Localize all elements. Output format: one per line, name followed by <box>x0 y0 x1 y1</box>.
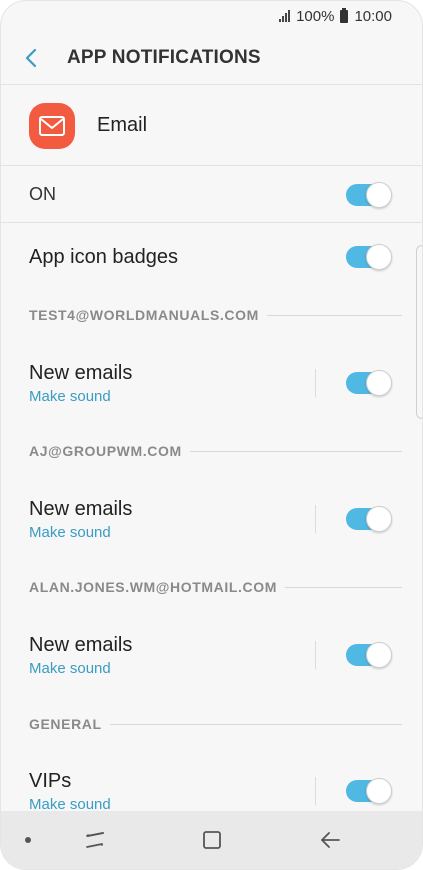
make-sound-subtitle: Make sound <box>29 795 111 813</box>
new-emails-title: New emails <box>29 497 133 520</box>
recent-apps-icon <box>86 832 104 848</box>
master-toggle-label: ON <box>29 184 56 204</box>
arrow-left-icon <box>321 832 340 848</box>
section-header-general: GENERAL <box>29 713 402 735</box>
battery-percent: 100% <box>296 7 335 25</box>
section-header-label: AJ@GROUPWM.COM <box>29 443 182 459</box>
phone-screen: 100% 10:00 APP NOTIFICATIONS Email ON Ap… <box>0 0 423 870</box>
account-1-new-emails-toggle[interactable] <box>346 370 392 396</box>
clock: 10:00 <box>354 7 392 25</box>
row-divider <box>315 641 316 669</box>
new-emails-text: New emails Make sound <box>29 634 132 677</box>
section-header-label: TEST4@WORLDMANUALS.COM <box>29 307 259 323</box>
navigation-bar <box>1 811 422 869</box>
master-toggle[interactable] <box>346 181 392 208</box>
app-header: Email <box>1 86 422 166</box>
account-2-new-emails-toggle[interactable] <box>346 506 392 532</box>
vips-title: VIPs <box>29 769 72 792</box>
home-icon <box>203 831 221 849</box>
app-icon-badges-toggle[interactable] <box>346 244 392 270</box>
make-sound-subtitle: Make sound <box>29 387 111 405</box>
back-button[interactable] <box>1 31 61 85</box>
app-bar: APP NOTIFICATIONS <box>1 31 422 85</box>
app-icon-badges-row[interactable]: App icon badges <box>1 225 422 289</box>
row-divider <box>315 777 316 805</box>
status-bar: 100% 10:00 <box>1 1 422 31</box>
account-3-new-emails-toggle[interactable] <box>346 642 392 668</box>
section-divider <box>266 314 402 316</box>
section-header-account-1: TEST4@WORLDMANUALS.COM <box>29 304 402 326</box>
chevron-left-icon <box>25 48 37 67</box>
vips-text: VIPs Make sound <box>29 770 111 813</box>
make-sound-subtitle: Make sound <box>29 659 111 677</box>
nav-dot-button[interactable] <box>8 820 48 860</box>
section-header-account-2: AJ@GROUPWM.COM <box>29 440 402 462</box>
new-emails-text: New emails Make sound <box>29 362 132 405</box>
new-emails-text: New emails Make sound <box>29 498 132 541</box>
battery-icon <box>340 7 349 23</box>
section-header-label: ALAN.JONES.WM@HOTMAIL.COM <box>29 579 277 595</box>
account-2-new-emails-row[interactable]: New emails Make sound <box>1 489 422 549</box>
section-divider <box>109 723 402 725</box>
row-divider <box>315 505 316 533</box>
new-emails-title: New emails <box>29 633 133 656</box>
section-divider <box>284 586 402 588</box>
envelope-icon <box>39 115 65 136</box>
row-divider <box>315 369 316 397</box>
email-app-icon <box>29 102 75 149</box>
recent-apps-button[interactable] <box>75 820 115 860</box>
signal-icon <box>279 10 291 22</box>
make-sound-subtitle: Make sound <box>29 523 111 541</box>
section-header-label: GENERAL <box>29 716 102 732</box>
app-name: Email <box>97 114 148 136</box>
account-3-new-emails-row[interactable]: New emails Make sound <box>1 625 422 685</box>
section-divider <box>189 450 402 452</box>
back-nav-button[interactable] <box>310 820 350 860</box>
vips-toggle[interactable] <box>346 778 392 804</box>
section-header-account-3: ALAN.JONES.WM@HOTMAIL.COM <box>29 576 402 598</box>
dot-icon <box>25 837 31 843</box>
account-1-new-emails-row[interactable]: New emails Make sound <box>1 353 422 413</box>
page-title: APP NOTIFICATIONS <box>67 46 261 68</box>
home-button[interactable] <box>192 820 232 860</box>
app-icon-badges-label: App icon badges <box>29 245 179 268</box>
new-emails-title: New emails <box>29 361 133 384</box>
master-toggle-row[interactable]: ON <box>1 167 422 223</box>
scrollbar[interactable] <box>416 245 422 419</box>
